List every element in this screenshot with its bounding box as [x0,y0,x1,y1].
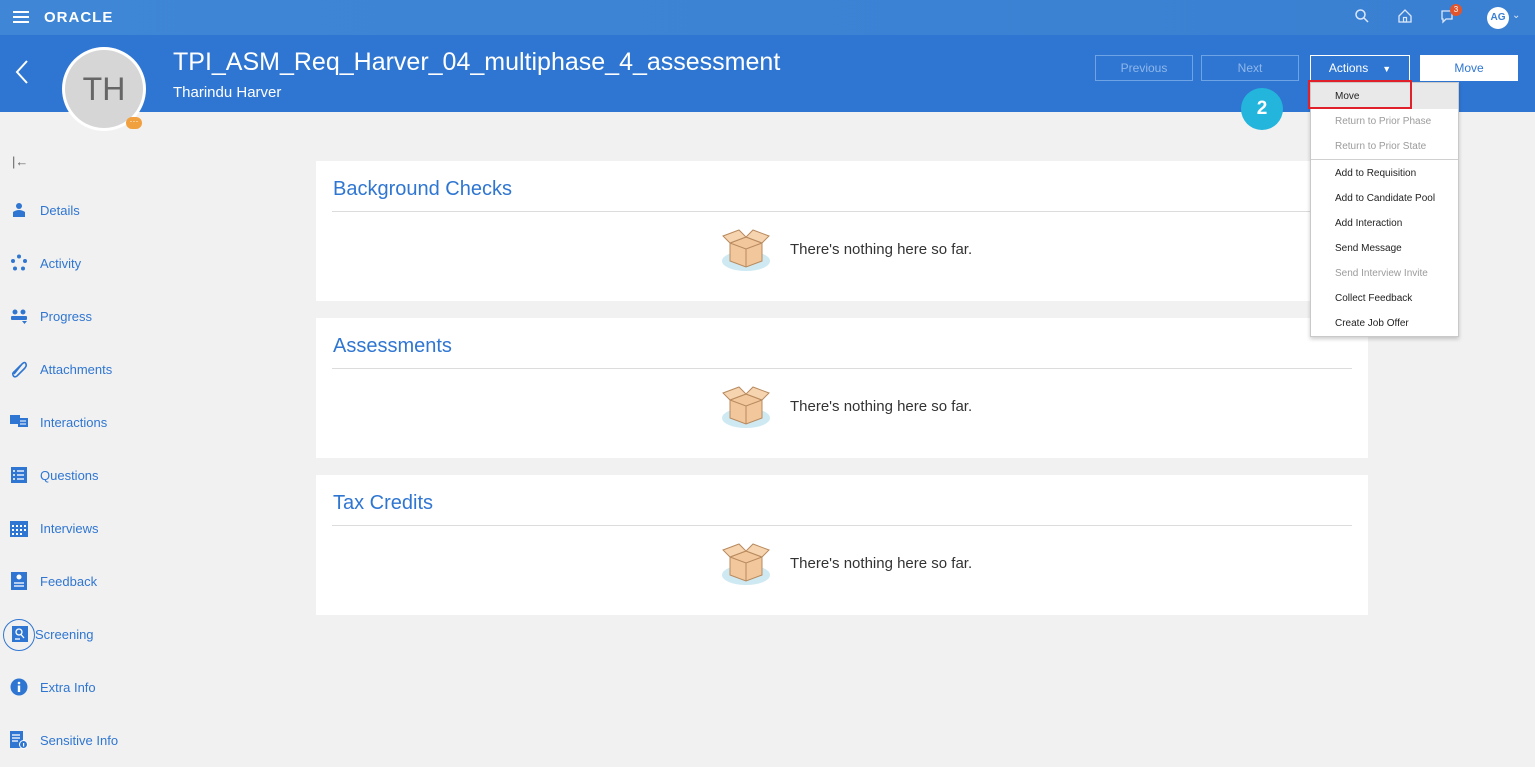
sidebar-item-sensitive-info[interactable]: Sensitive Info [10,728,118,752]
empty-box-icon [720,225,772,273]
empty-state-text: There's nothing here so far. [790,555,973,572]
search-icon[interactable] [1352,8,1372,28]
page-title: TPI_ASM_Req_Harver_04_multiphase_4_asses… [173,48,781,76]
info-icon [10,678,28,696]
actions-dropdown-menu: Move Return to Prior Phase Return to Pri… [1310,82,1459,337]
tax-credits-section: Tax Credits There's nothing here so far. [316,475,1368,615]
screening-icon [11,625,29,643]
home-icon[interactable] [1395,8,1415,28]
sidebar-item-feedback[interactable]: Feedback [10,569,97,593]
caret-down-icon: ▼ [1382,64,1392,74]
sidebar-item-label: Questions [40,467,99,483]
sidebar-item-activity[interactable]: Activity [10,251,81,275]
divider [332,525,1352,526]
background-checks-section: Background Checks There's nothing here s… [316,161,1368,301]
section-title: Assessments [333,335,452,357]
divider [332,211,1352,212]
menu-item-send-interview-invite[interactable]: Send Interview Invite [1335,268,1428,279]
candidate-name: Tharindu Harver [173,84,282,101]
back-arrow-icon[interactable] [14,57,30,87]
sidebar-item-label: Feedback [40,573,98,589]
annotation-highlight-box [1308,80,1412,109]
menu-item-add-interaction[interactable]: Add Interaction [1335,218,1402,229]
empty-state-text: There's nothing here so far. [790,398,973,415]
menu-item-create-job-offer[interactable]: Create Job Offer [1335,318,1409,329]
empty-box-icon [720,539,772,587]
notifications-badge: 3 [1450,4,1462,16]
sidebar-item-label: Details [40,202,80,218]
sidebar-item-interactions[interactable]: Interactions [10,410,107,434]
hamburger-menu-icon[interactable] [13,11,29,23]
menu-item-return-to-prior-phase[interactable]: Return to Prior Phase [1335,116,1431,127]
questions-icon [10,466,28,484]
sidebar-item-screening[interactable]: Screening [11,622,94,646]
sidebar-item-extra-info[interactable]: Extra Info [10,675,96,699]
sensitive-info-icon [10,731,28,749]
collapse-sidebar-icon[interactable]: |← [12,154,28,169]
sidebar-item-details[interactable]: Details [10,198,80,222]
menu-item-collect-feedback[interactable]: Collect Feedback [1335,293,1412,304]
next-button[interactable]: Next [1201,55,1299,81]
menu-item-add-to-candidate-pool[interactable]: Add to Candidate Pool [1335,193,1435,204]
chevron-down-icon[interactable]: ⌄ [1512,10,1520,21]
actions-label: Actions [1328,61,1369,75]
menu-item-return-to-prior-state[interactable]: Return to Prior State [1335,141,1426,152]
sidebar-item-label: Activity [40,255,82,271]
sidebar-item-label: Progress [40,308,93,324]
feedback-icon [10,572,28,590]
sidebar-item-label: Interactions [40,414,108,430]
menu-item-send-message[interactable]: Send Message [1335,243,1402,254]
sidebar-item-label: Screening [35,626,94,642]
person-icon [10,201,28,219]
section-title: Tax Credits [333,492,434,514]
sidebar-item-questions[interactable]: Questions [10,463,99,487]
interactions-icon [10,413,28,431]
menu-item-add-to-requisition[interactable]: Add to Requisition [1335,168,1416,179]
sidebar-item-label: Interviews [40,520,99,536]
sidebar-item-label: Sensitive Info [40,732,119,748]
top-bar: ORACLE 3 AG ⌄ [0,0,1535,35]
sidebar-item-progress[interactable]: Progress [10,304,92,328]
step-number-badge: 2 [1241,88,1283,130]
empty-state-text: There's nothing here so far. [790,241,973,258]
sidebar-item-label: Attachments [40,361,113,377]
sidebar-item-label: Extra Info [40,679,96,695]
empty-box-icon [720,382,772,430]
actions-button[interactable]: Actions ▼ [1310,55,1410,81]
oracle-logo: ORACLE [44,9,114,26]
calendar-icon [10,519,28,537]
progress-icon [10,307,28,325]
section-title: Background Checks [333,178,512,200]
activity-icon [10,254,28,272]
more-dots-icon[interactable]: ··· [126,117,142,129]
menu-separator [1311,159,1458,160]
move-button[interactable]: Move [1420,55,1518,81]
divider [332,368,1352,369]
user-avatar[interactable]: AG [1487,7,1509,29]
previous-button[interactable]: Previous [1095,55,1193,81]
paperclip-icon [10,360,28,378]
sidebar-item-interviews[interactable]: Interviews [10,516,99,540]
sidebar-item-attachments[interactable]: Attachments [10,357,112,381]
assessments-section: Assessments There's nothing here so far. [316,318,1368,458]
